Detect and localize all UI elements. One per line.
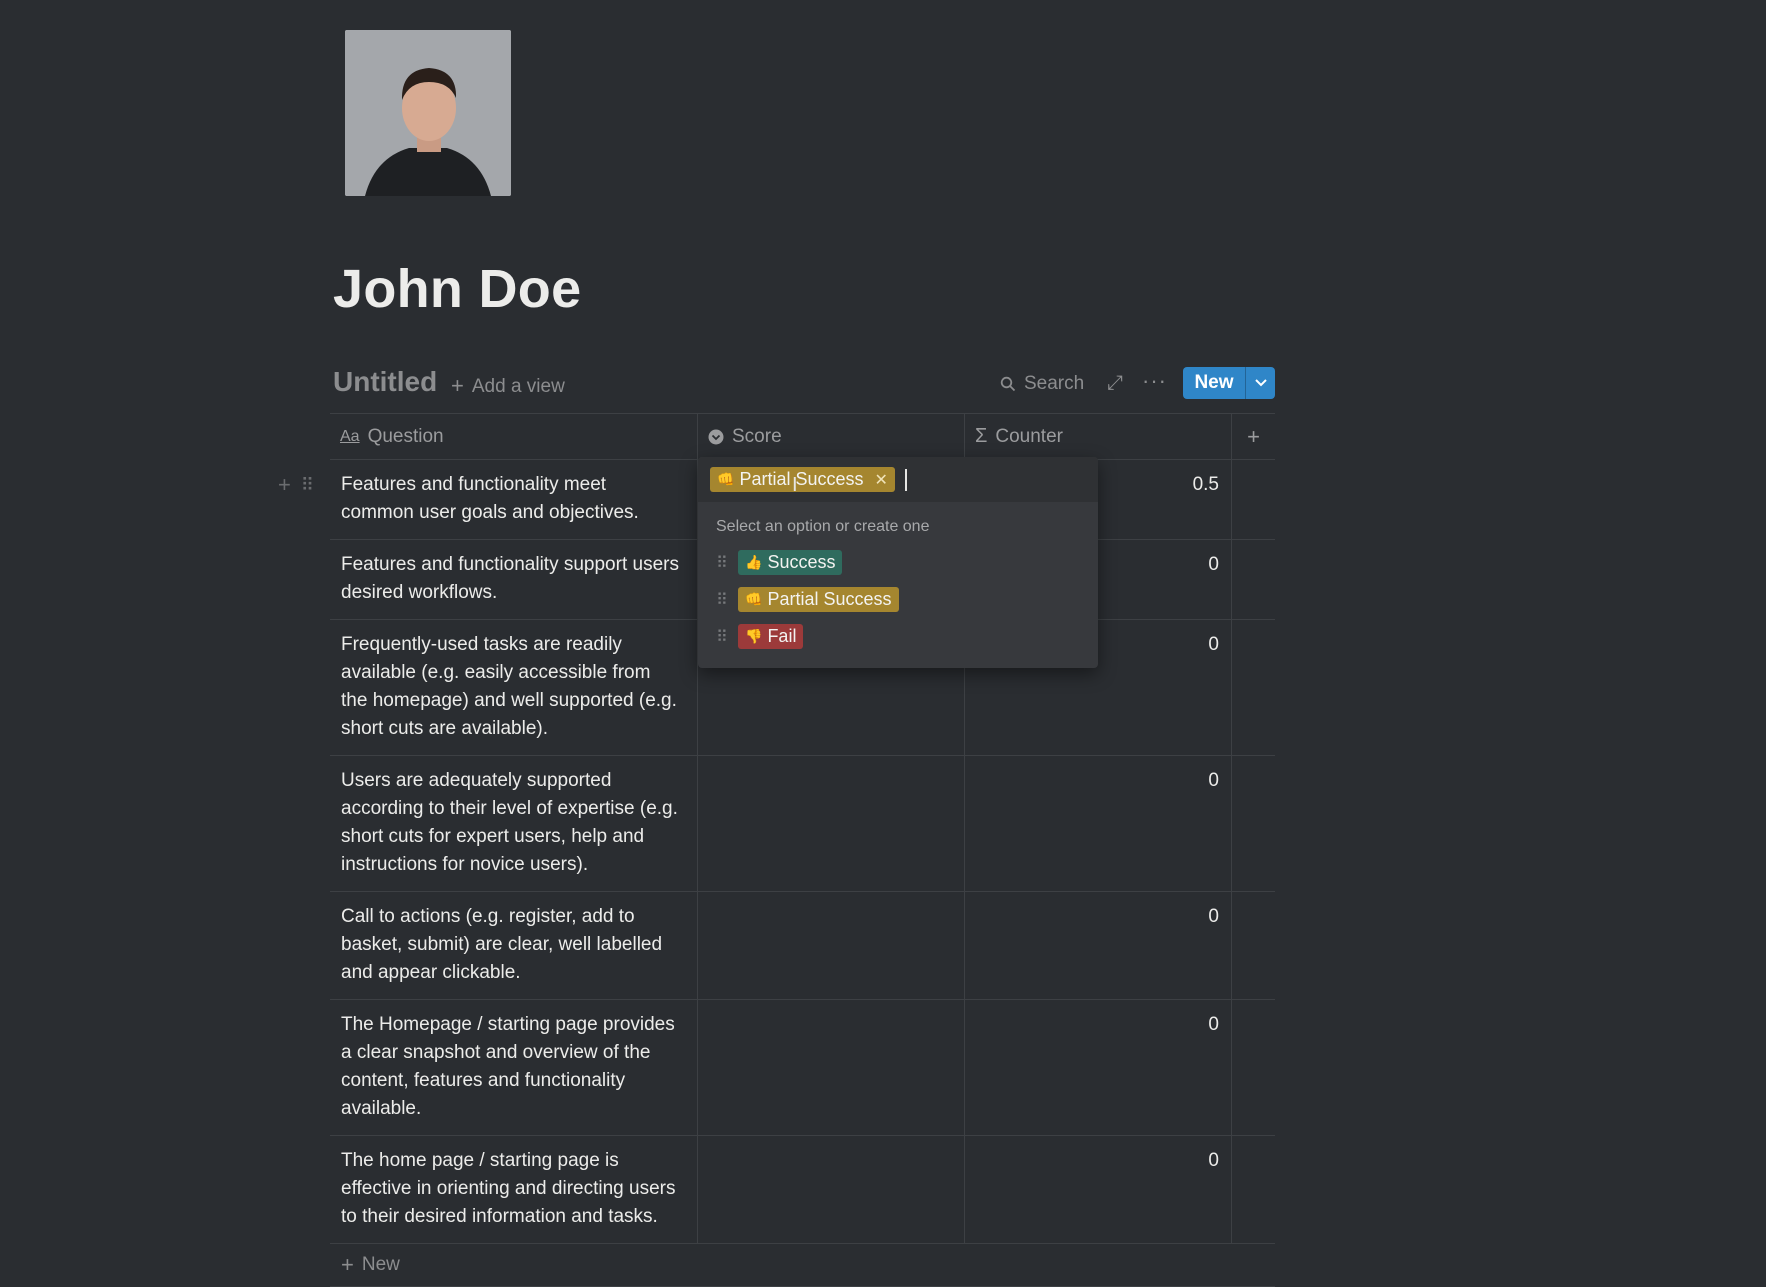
thumbs-down-icon: 👎 — [745, 628, 763, 644]
plus-icon: + — [451, 373, 464, 398]
table-row[interactable]: Call to actions (e.g. register, add to b… — [330, 891, 1275, 999]
selected-option-chip[interactable]: 👊 Partial Success ✕ — [710, 467, 895, 492]
question-cell[interactable]: Call to actions (e.g. register, add to b… — [330, 892, 698, 999]
drag-handle-icon[interactable]: ⠿ — [716, 553, 728, 573]
text-caret — [904, 468, 907, 491]
option-chip[interactable]: 👎 Fail — [738, 624, 804, 649]
option-chip[interactable]: 👊 Partial Success — [738, 587, 899, 612]
profile-photo-graphic — [345, 30, 511, 196]
new-button-label: New — [1183, 367, 1246, 399]
question-cell[interactable]: Users are adequately supported according… — [330, 756, 698, 891]
question-cell[interactable]: The Homepage / starting page provides a … — [330, 1000, 698, 1135]
column-header-counter[interactable]: Σ Counter — [965, 414, 1232, 459]
add-view-button[interactable]: + Add a view — [451, 373, 565, 399]
option-success[interactable]: ⠿ 👍 Success — [698, 544, 1098, 581]
counter-cell: 0 — [965, 756, 1232, 891]
question-cell[interactable]: Frequently-used tasks are readily availa… — [330, 620, 698, 755]
select-input-area[interactable]: 👊 Partial Success ✕ — [698, 457, 1098, 502]
row-handle[interactable]: + ⠿ — [278, 472, 314, 498]
more-options-icon[interactable]: ··· — [1142, 368, 1167, 394]
question-cell[interactable]: Features and functionality meet common u… — [330, 460, 698, 539]
search-label: Search — [1024, 373, 1085, 394]
select-hint: Select an option or create one — [716, 518, 930, 535]
score-cell[interactable] — [698, 892, 965, 999]
search-icon — [1000, 376, 1016, 392]
database-title[interactable]: Untitled — [333, 366, 437, 398]
plus-icon[interactable]: + — [278, 472, 291, 498]
remove-option-icon[interactable]: ✕ — [875, 470, 888, 490]
fist-icon: 👊 — [745, 591, 763, 607]
question-cell[interactable]: The home page / starting page is effecti… — [330, 1136, 698, 1243]
add-row-label: New — [361, 1254, 400, 1275]
selected-option-label: Partial Success — [739, 469, 864, 489]
new-button[interactable]: New — [1183, 367, 1275, 399]
drag-handle-icon[interactable]: ⠿ — [301, 475, 314, 496]
fist-icon: 👊 — [717, 471, 735, 487]
expand-icon[interactable]: ⤢ — [1107, 372, 1123, 395]
plus-icon: + — [341, 1252, 354, 1277]
counter-cell: 0 — [965, 1000, 1232, 1135]
score-cell[interactable] — [698, 1000, 965, 1135]
table-row[interactable]: Users are adequately supported according… — [330, 755, 1275, 891]
drag-handle-icon[interactable]: ⠿ — [716, 627, 728, 647]
counter-cell: 0 — [965, 892, 1232, 999]
table-header: Aa Question Score Σ Counter + — [330, 414, 1275, 459]
score-select-dropdown: 👊 Partial Success ✕ Select an option or … — [698, 457, 1098, 668]
table-row[interactable]: The home page / starting page is effecti… — [330, 1135, 1275, 1243]
select-chevron-icon — [708, 429, 724, 444]
database-toolbar: Untitled + Add a view Search ⤢ ··· New — [333, 366, 1275, 402]
add-row-button[interactable]: + New — [330, 1243, 1275, 1287]
column-header-question[interactable]: Aa Question — [330, 414, 698, 459]
question-cell[interactable]: Features and functionality support users… — [330, 540, 698, 619]
sigma-icon: Σ — [975, 425, 988, 447]
option-fail[interactable]: ⠿ 👎 Fail — [698, 618, 1098, 655]
text-aa-icon: Aa — [340, 427, 360, 445]
search-button[interactable]: Search — [1000, 373, 1084, 395]
chevron-down-icon[interactable] — [1246, 367, 1275, 399]
drag-handle-icon[interactable]: ⠿ — [716, 590, 728, 610]
option-partial-success[interactable]: ⠿ 👊 Partial Success — [698, 581, 1098, 618]
score-cell[interactable] — [698, 1136, 965, 1243]
option-chip[interactable]: 👍 Success — [738, 550, 843, 575]
thumbs-up-icon: 👍 — [745, 554, 763, 570]
column-header-score[interactable]: Score — [698, 414, 965, 459]
add-view-label: Add a view — [471, 376, 565, 397]
score-cell[interactable] — [698, 756, 965, 891]
table-row[interactable]: The Homepage / starting page provides a … — [330, 999, 1275, 1135]
page-title[interactable]: John Doe — [333, 258, 581, 320]
profile-photo — [345, 30, 511, 196]
text-cursor-icon: I — [792, 474, 798, 496]
counter-cell: 0 — [965, 1136, 1232, 1243]
add-column-button[interactable]: + — [1232, 414, 1275, 459]
